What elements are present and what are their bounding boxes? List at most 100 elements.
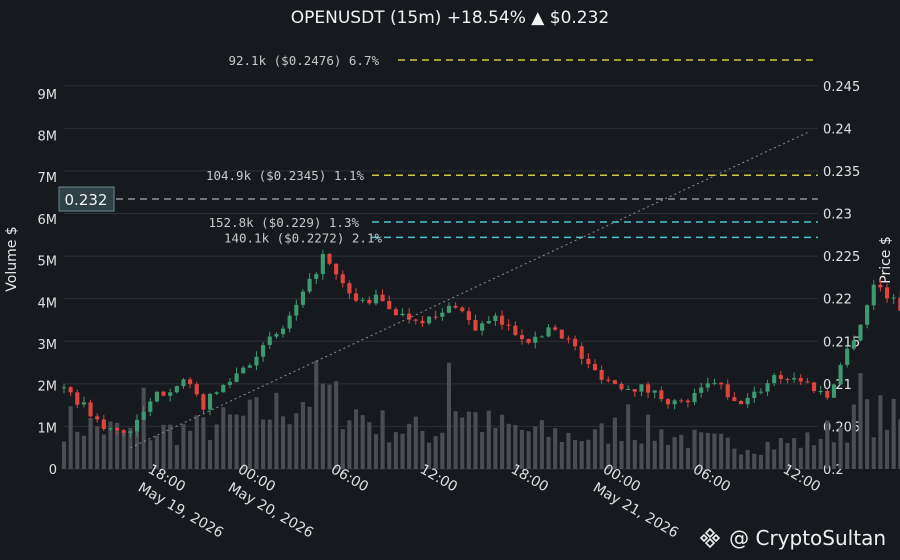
candle-body bbox=[134, 419, 140, 432]
candlestick-chart: 0.20.2050.210.2150.220.2250.230.2350.240… bbox=[4, 53, 900, 542]
candle-body bbox=[353, 293, 359, 301]
volume-bar bbox=[466, 411, 471, 469]
candle-body bbox=[274, 334, 279, 337]
volume-bar bbox=[81, 435, 86, 469]
candle-body bbox=[393, 309, 398, 316]
y-axis-label-volume: Volume $ bbox=[4, 226, 20, 291]
candle-body bbox=[679, 400, 684, 402]
volume-tick-label: 9M bbox=[38, 88, 58, 103]
candle-body bbox=[553, 327, 558, 330]
volume-bar bbox=[314, 360, 319, 469]
volume-tick-label: 5M bbox=[38, 255, 58, 270]
volume-bar bbox=[400, 433, 405, 469]
price-tick-label: 0.23 bbox=[823, 208, 852, 223]
candle-body bbox=[851, 340, 856, 349]
volume-bar bbox=[360, 415, 365, 469]
candle-body bbox=[493, 315, 498, 321]
candle-body bbox=[75, 392, 80, 405]
volume-bar bbox=[632, 440, 637, 469]
candle-body bbox=[413, 319, 418, 321]
volume-bar bbox=[387, 442, 392, 469]
candle-body bbox=[639, 384, 644, 392]
volume-bar bbox=[201, 417, 206, 469]
candle-body bbox=[267, 336, 272, 345]
volume-bar bbox=[612, 417, 617, 469]
candle-body bbox=[334, 263, 339, 275]
candle-body bbox=[241, 367, 246, 374]
volume-bar bbox=[506, 423, 511, 469]
candle-body bbox=[161, 391, 166, 396]
volume-bar bbox=[798, 447, 803, 469]
volume-bar bbox=[878, 395, 883, 469]
candle-body bbox=[626, 389, 631, 391]
volume-bar bbox=[672, 437, 677, 469]
volume-bar bbox=[486, 410, 491, 469]
volume-bar bbox=[88, 417, 93, 469]
volume-bar bbox=[732, 448, 737, 469]
volume-bar bbox=[831, 442, 836, 469]
volume-bar bbox=[738, 454, 744, 469]
volume-bar bbox=[719, 433, 724, 469]
candle-body bbox=[858, 324, 863, 341]
volume-tick-label: 6M bbox=[38, 213, 58, 228]
volume-bar bbox=[891, 398, 896, 469]
volume-tick-label: 1M bbox=[38, 421, 58, 436]
candle-body bbox=[121, 430, 126, 433]
candle-body bbox=[659, 390, 664, 400]
candle-body bbox=[287, 315, 292, 329]
volume-bar bbox=[500, 414, 505, 469]
candle-body bbox=[480, 323, 485, 331]
volume-bar bbox=[460, 417, 465, 469]
volume-bar bbox=[586, 439, 591, 469]
y-axis-label-price: Price $ bbox=[878, 236, 894, 284]
candle-body bbox=[81, 402, 86, 405]
volume-bar bbox=[340, 429, 345, 469]
candle-body bbox=[732, 397, 737, 402]
volume-bar bbox=[772, 449, 777, 469]
candle-body bbox=[665, 399, 671, 405]
volume-bar bbox=[553, 428, 558, 469]
candle-body bbox=[884, 287, 890, 299]
candle-body bbox=[579, 346, 584, 359]
candle-body bbox=[586, 358, 591, 365]
volume-bar bbox=[194, 415, 199, 469]
volume-bar bbox=[453, 411, 458, 469]
volume-bar bbox=[546, 436, 551, 469]
candle-body bbox=[340, 274, 345, 284]
candle-body bbox=[188, 379, 193, 385]
volume-bar bbox=[639, 443, 644, 469]
candle-body bbox=[453, 305, 458, 308]
candle-body bbox=[606, 379, 611, 381]
candle-body bbox=[327, 253, 332, 264]
candle-body bbox=[573, 338, 578, 347]
volume-bar bbox=[805, 432, 810, 469]
candle-body bbox=[652, 390, 657, 393]
volume-bar bbox=[267, 419, 272, 469]
volume-bar bbox=[752, 453, 757, 469]
candle-body bbox=[533, 336, 538, 343]
chart-title: OPENUSDT (15m) +18.54% ▲ $0.232 bbox=[290, 8, 610, 28]
candle-body bbox=[446, 305, 452, 313]
volume-bar bbox=[619, 440, 624, 469]
volume-bar bbox=[858, 373, 863, 469]
candle-body bbox=[201, 394, 206, 410]
candle-body bbox=[506, 324, 511, 326]
candle-body bbox=[174, 386, 179, 393]
candle-body bbox=[101, 419, 106, 430]
candle-body bbox=[95, 416, 100, 420]
candle-body bbox=[247, 365, 252, 368]
volume-bar bbox=[818, 439, 823, 469]
candle-body bbox=[725, 384, 730, 398]
volume-bar bbox=[433, 436, 438, 469]
candle-body bbox=[798, 377, 803, 382]
volume-bar bbox=[161, 424, 166, 469]
candle-body bbox=[214, 392, 219, 394]
level-label: 92.1k ($0.2476) 6.7% bbox=[228, 53, 379, 68]
candle-body bbox=[519, 335, 525, 340]
candle-body bbox=[738, 401, 744, 405]
volume-bar bbox=[838, 427, 843, 469]
volume-bar bbox=[234, 414, 239, 469]
candle-body bbox=[871, 284, 876, 306]
candle-body bbox=[546, 327, 551, 337]
candle-body bbox=[466, 311, 471, 320]
